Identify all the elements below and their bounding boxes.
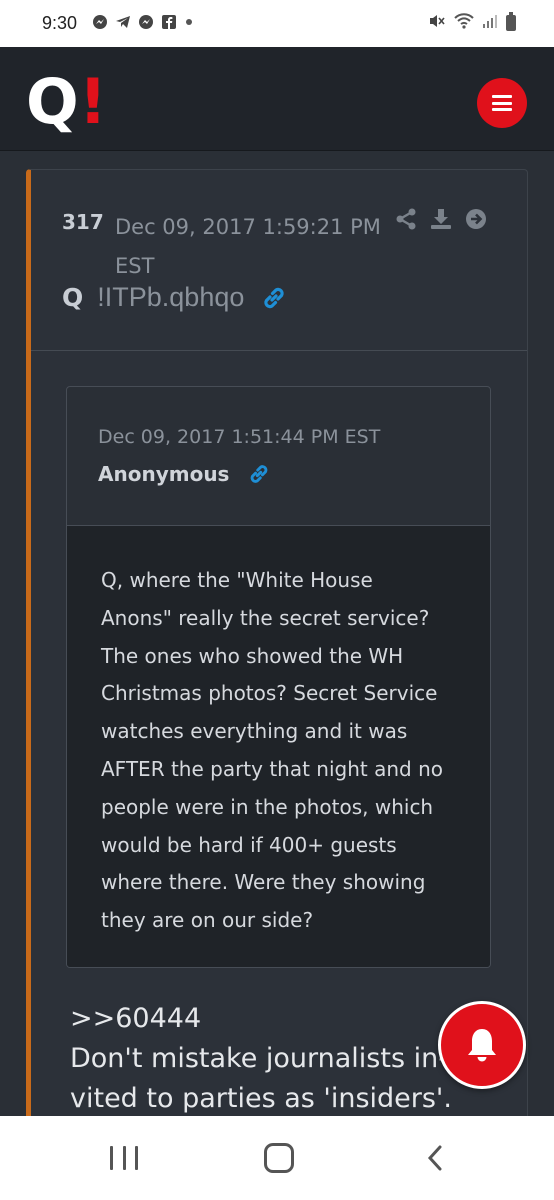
logo-mark: ! [78,65,107,138]
qanon-logo[interactable]: Q! [26,71,107,133]
messenger-icon [92,14,108,35]
logo-letter: Q [26,65,79,138]
messenger-icon [138,14,154,35]
quoted-post-header: Dec 09, 2017 1:51:44 PM EST Anonymous [67,387,490,526]
link-icon[interactable] [247,462,271,486]
hamburger-icon [492,95,512,111]
quoted-post-author: Anonymous [98,462,271,486]
notification-icons [92,14,194,35]
status-right-icons [428,12,516,33]
menu-button[interactable] [477,78,527,128]
recents-icon[interactable] [110,1146,138,1170]
back-icon[interactable] [422,1144,450,1172]
home-icon[interactable] [264,1143,294,1173]
status-bar: 9:30 [0,0,554,47]
telegram-icon [115,14,131,35]
post-header: 317 Dec 09, 2017 1:59:21 PM EST Q !ITPb.… [31,170,527,351]
facebook-icon [161,14,177,35]
post-number: 317 [62,210,104,234]
mute-icon [428,13,446,33]
signal-icon [482,13,498,33]
tripcode: !ITPb.qbhqo [97,282,245,312]
quoted-post-body: Q, where the "White House Anons" really … [67,526,490,967]
quoted-post-date: Dec 09, 2017 1:51:44 PM EST [98,426,381,448]
link-icon[interactable] [260,284,288,312]
notification-bell-button[interactable] [438,1001,526,1089]
post-author: Q !ITPb.qbhqo [62,282,288,313]
share-icon[interactable] [395,208,417,230]
post-card: 317 Dec 09, 2017 1:59:21 PM EST Q !ITPb.… [26,169,528,1129]
author-name: Q [62,283,84,312]
post-actions [395,208,487,230]
bell-icon [468,1029,496,1062]
download-icon[interactable] [430,208,452,230]
quoted-author-name: Anonymous [98,462,230,486]
quoted-post: Dec 09, 2017 1:51:44 PM EST Anonymous Q,… [66,386,491,968]
battery-icon [506,12,516,31]
wifi-icon [454,13,474,33]
system-nav-bar [0,1116,554,1200]
quoted-post-text: Q, where the "White House Anons" really … [101,568,444,933]
app-header: Q! [0,47,554,151]
dot-icon [184,14,194,35]
forward-icon[interactable] [465,208,487,230]
post-date: Dec 09, 2017 1:59:21 PM EST [115,215,381,278]
status-time: 9:30 [42,13,78,33]
